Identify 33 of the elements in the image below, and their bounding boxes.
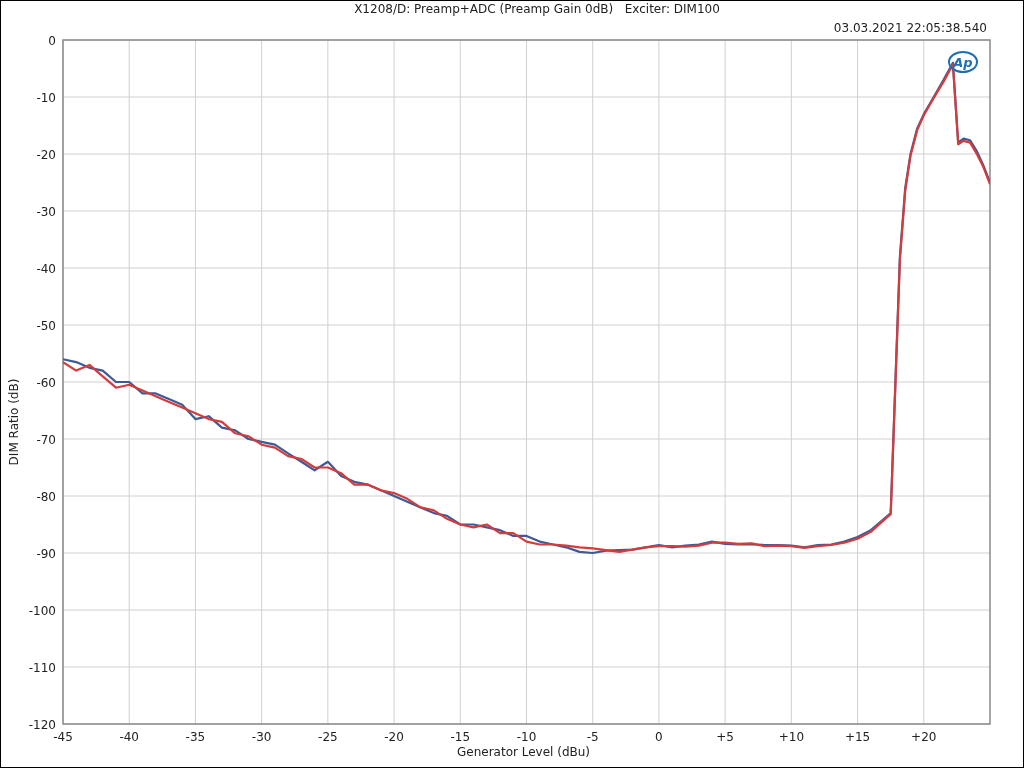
y-tick-label: -60	[36, 376, 56, 390]
x-axis-label: Generator Level (dBu)	[456, 745, 591, 759]
y-tick-label: -30	[36, 205, 56, 219]
y-tick-label: -40	[36, 262, 56, 276]
y-tick-label: -50	[36, 319, 56, 333]
x-tick-label: -25	[318, 730, 338, 744]
y-tick-label: -20	[36, 148, 56, 162]
y-tick-label: -100	[28, 604, 56, 618]
x-tick-label: -15	[450, 730, 471, 744]
x-tick-label: -30	[251, 730, 272, 744]
x-tick-label: 0	[655, 730, 663, 744]
x-tick-label: -40	[119, 730, 139, 744]
logo-ring-icon	[948, 51, 978, 73]
logo: Ap	[953, 55, 973, 70]
y-tick-label: -80	[36, 490, 56, 504]
x-tick-label: +15	[844, 730, 871, 744]
chart-title: X1208/D: Preamp+ADC (Preamp Gain 0dB) Exciter: DIM100	[353, 2, 721, 16]
x-tick-label: -45	[53, 730, 73, 744]
y-tick-label: -10	[36, 91, 56, 105]
y-tick-label: 0	[48, 36, 56, 48]
x-tick-label: -20	[384, 730, 404, 744]
x-tick-label: -35	[185, 730, 206, 744]
x-tick-label: +20	[911, 730, 937, 744]
x-tick-label: +10	[778, 730, 804, 744]
x-tick-label: +5	[716, 730, 734, 744]
y-axis-label: DIM Ratio (dB)	[7, 378, 21, 466]
timestamp: 03.03.2021 22:05:38.540	[833, 21, 987, 35]
y-tick-label: -70	[36, 433, 56, 447]
y-tick-label: -90	[36, 547, 56, 561]
x-tick-label: -5	[586, 730, 599, 744]
x-tick-label: -10	[516, 730, 537, 744]
y-tick-label: -110	[28, 661, 56, 675]
y-tick-label: -120	[28, 718, 56, 732]
